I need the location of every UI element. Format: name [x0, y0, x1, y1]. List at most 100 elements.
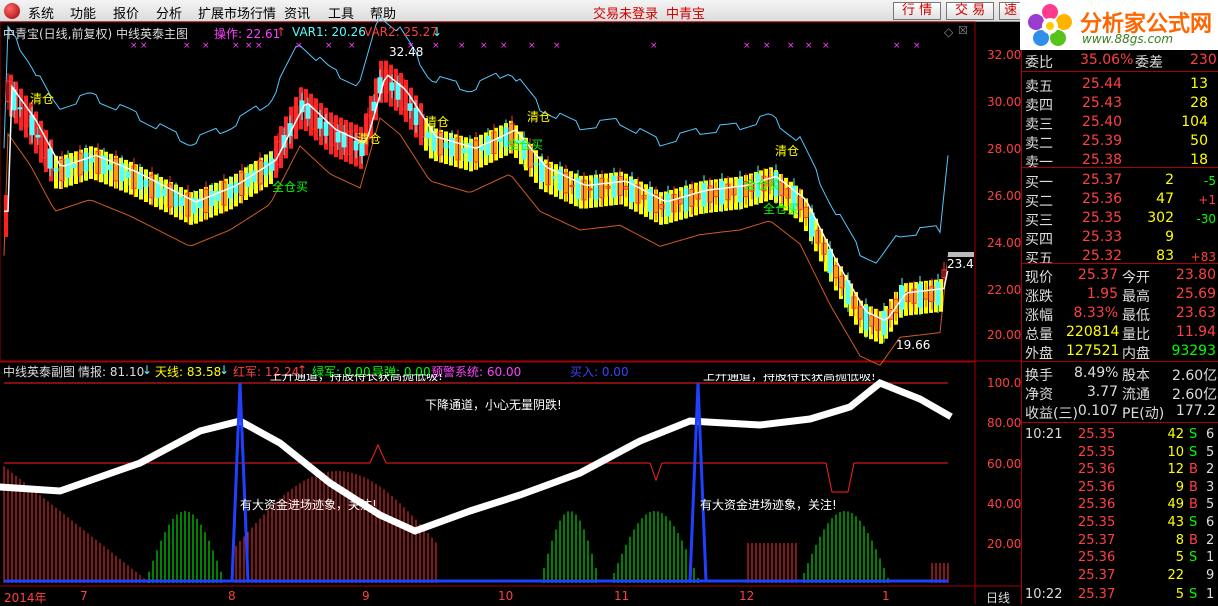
tick-price: 25.35: [1078, 427, 1116, 442]
sell-volume: 104: [1181, 114, 1208, 130]
stat-label: 现价: [1025, 270, 1053, 286]
sell-price: 25.39: [1082, 133, 1123, 149]
warning-line: [4, 443, 948, 493]
signal-mark: ×: [528, 41, 536, 51]
fundamental-label: 净资: [1025, 387, 1053, 403]
y-tick: 20.00: [987, 328, 1022, 342]
fundamental-value: 8.49%: [1074, 365, 1119, 381]
tick-row[interactable]: 25.36 5 S 1: [1022, 549, 1218, 568]
period-label[interactable]: 日线: [986, 589, 1010, 606]
stat-label: 内盘: [1122, 346, 1150, 362]
candle-body: [611, 175, 617, 198]
buy-level-label: 买五: [1025, 251, 1053, 267]
buy-level-label: 买二: [1025, 194, 1053, 210]
sell-level-label: 卖二: [1025, 136, 1053, 152]
sell-level-row[interactable]: 卖五 25.44 13: [1022, 75, 1218, 95]
signal-mark: ×: [202, 41, 210, 51]
sell-level-label: 卖四: [1025, 98, 1053, 114]
buy-level-row[interactable]: 买三 25.35 302 -30: [1022, 209, 1218, 229]
tick-row[interactable]: 25.37 8 B 2: [1022, 532, 1218, 551]
buy-volume: 9: [1165, 229, 1174, 245]
tick-row[interactable]: 25.36 9 B 3: [1022, 479, 1218, 498]
sell-volume: 50: [1190, 133, 1208, 149]
buy-level-row[interactable]: 买二 25.36 47 +1: [1022, 190, 1218, 210]
tick-side: S: [1189, 427, 1198, 442]
sub-y-tick: 40.00: [987, 497, 1022, 511]
candle-body: [935, 281, 941, 306]
sell-level-row[interactable]: 卖二 25.39 50: [1022, 132, 1218, 152]
tick-row[interactable]: 25.35 43 S 6: [1022, 514, 1218, 533]
tick-row[interactable]: 25.37 22 9: [1022, 567, 1218, 586]
diamond-icon[interactable]: ◇: [944, 25, 953, 39]
stat-label: 外盘: [1025, 346, 1053, 362]
tick-volume: 22: [1167, 567, 1184, 583]
ribbon-bar: [464, 137, 468, 170]
sell-price: 25.40: [1082, 114, 1123, 130]
buy-level-row[interactable]: 买一 25.37 2 -5: [1022, 171, 1218, 191]
weicha-label: 委差: [1135, 55, 1163, 71]
sub-chart-plot: [0, 378, 953, 583]
tick-volume: 5: [1175, 550, 1184, 566]
candle-body: [827, 248, 833, 274]
close-icon[interactable]: ☒: [958, 24, 968, 37]
sub-y-tick: 80.00: [987, 416, 1022, 430]
y-tick: 32.00: [987, 48, 1022, 62]
tick-time: 10:21: [1025, 427, 1063, 442]
tick-row[interactable]: 25.36 12 B 2: [1022, 461, 1218, 480]
tick-price: 25.36: [1078, 550, 1116, 566]
buy-change: +1: [1198, 193, 1216, 207]
sell-level-row[interactable]: 卖四 25.43 28: [1022, 94, 1218, 114]
stat-value: 23.63: [1175, 305, 1216, 321]
sell-level-label: 卖三: [1025, 117, 1053, 133]
candle-body: [35, 134, 41, 138]
signal-mark: ×: [743, 41, 751, 51]
up-arrow-icon: ↑: [276, 25, 287, 39]
tick-count: 5: [1206, 444, 1215, 460]
candle-body: [569, 184, 575, 187]
tick-time: 10:22: [1025, 587, 1063, 602]
stat-value: 23.80: [1175, 267, 1216, 283]
stat-label: 今开: [1122, 270, 1150, 286]
clear-signal: 清仓: [775, 144, 800, 158]
signal-mark: ×: [295, 41, 303, 51]
candle-body: [809, 212, 815, 237]
x-tick: 8: [228, 589, 236, 603]
down-arrow-icon: ↓: [432, 25, 443, 39]
signal-mark: ×: [140, 41, 148, 51]
signal-mark: ×: [913, 41, 921, 51]
tick-count: 2: [1206, 532, 1215, 548]
signal-mark: ×: [130, 41, 138, 51]
candle-body: [665, 193, 671, 217]
signal-mark: ×: [650, 41, 658, 51]
signal-mark: ×: [183, 41, 191, 51]
signal-mark: ×: [432, 41, 440, 51]
fundamental-row: 收益(三) 0.107 PE(动) 177.2: [1022, 402, 1218, 422]
buy-volume: 2: [1165, 172, 1174, 188]
sub-y-tick: 20.00: [987, 537, 1022, 551]
stat-value: 25.69: [1175, 286, 1216, 302]
indicator-op: 操作: 22.61: [214, 27, 281, 41]
tick-volume: 43: [1167, 515, 1184, 530]
buy-level-row[interactable]: 买四 25.33 9: [1022, 228, 1218, 248]
signal-mark: ×: [255, 41, 263, 51]
candle-body: [719, 180, 725, 205]
tick-price: 25.36: [1078, 497, 1116, 513]
tick-row[interactable]: 10:21 25.35 42 S 6: [1022, 426, 1218, 445]
signal-mark: ×: [245, 41, 253, 51]
last-price-label: 23.4: [947, 257, 974, 271]
tick-row[interactable]: 10:22 25.37 5 S 1: [1022, 586, 1218, 605]
sell-price: 25.43: [1082, 95, 1123, 111]
sell-level-row[interactable]: 卖三 25.40 104: [1022, 113, 1218, 133]
stat-label: 最低: [1122, 308, 1150, 324]
signal-mark: ×: [500, 41, 508, 51]
tick-row[interactable]: 25.35 10 S 5: [1022, 444, 1218, 463]
candle-body: [245, 173, 251, 188]
signal-mark: ×: [893, 41, 901, 51]
fundamental-label: 收益(三): [1025, 406, 1078, 422]
candle-body: [461, 148, 467, 154]
chart-area[interactable]: × × × × × × × × × × × × × × × × × × × × × × × × ×: [0, 0, 1021, 604]
buy-signal: 全仓买: [744, 178, 781, 192]
tick-row[interactable]: 25.36 49 B 5: [1022, 496, 1218, 515]
ribbon-bar: [554, 164, 558, 197]
fundamental-label: 股本: [1122, 368, 1150, 384]
